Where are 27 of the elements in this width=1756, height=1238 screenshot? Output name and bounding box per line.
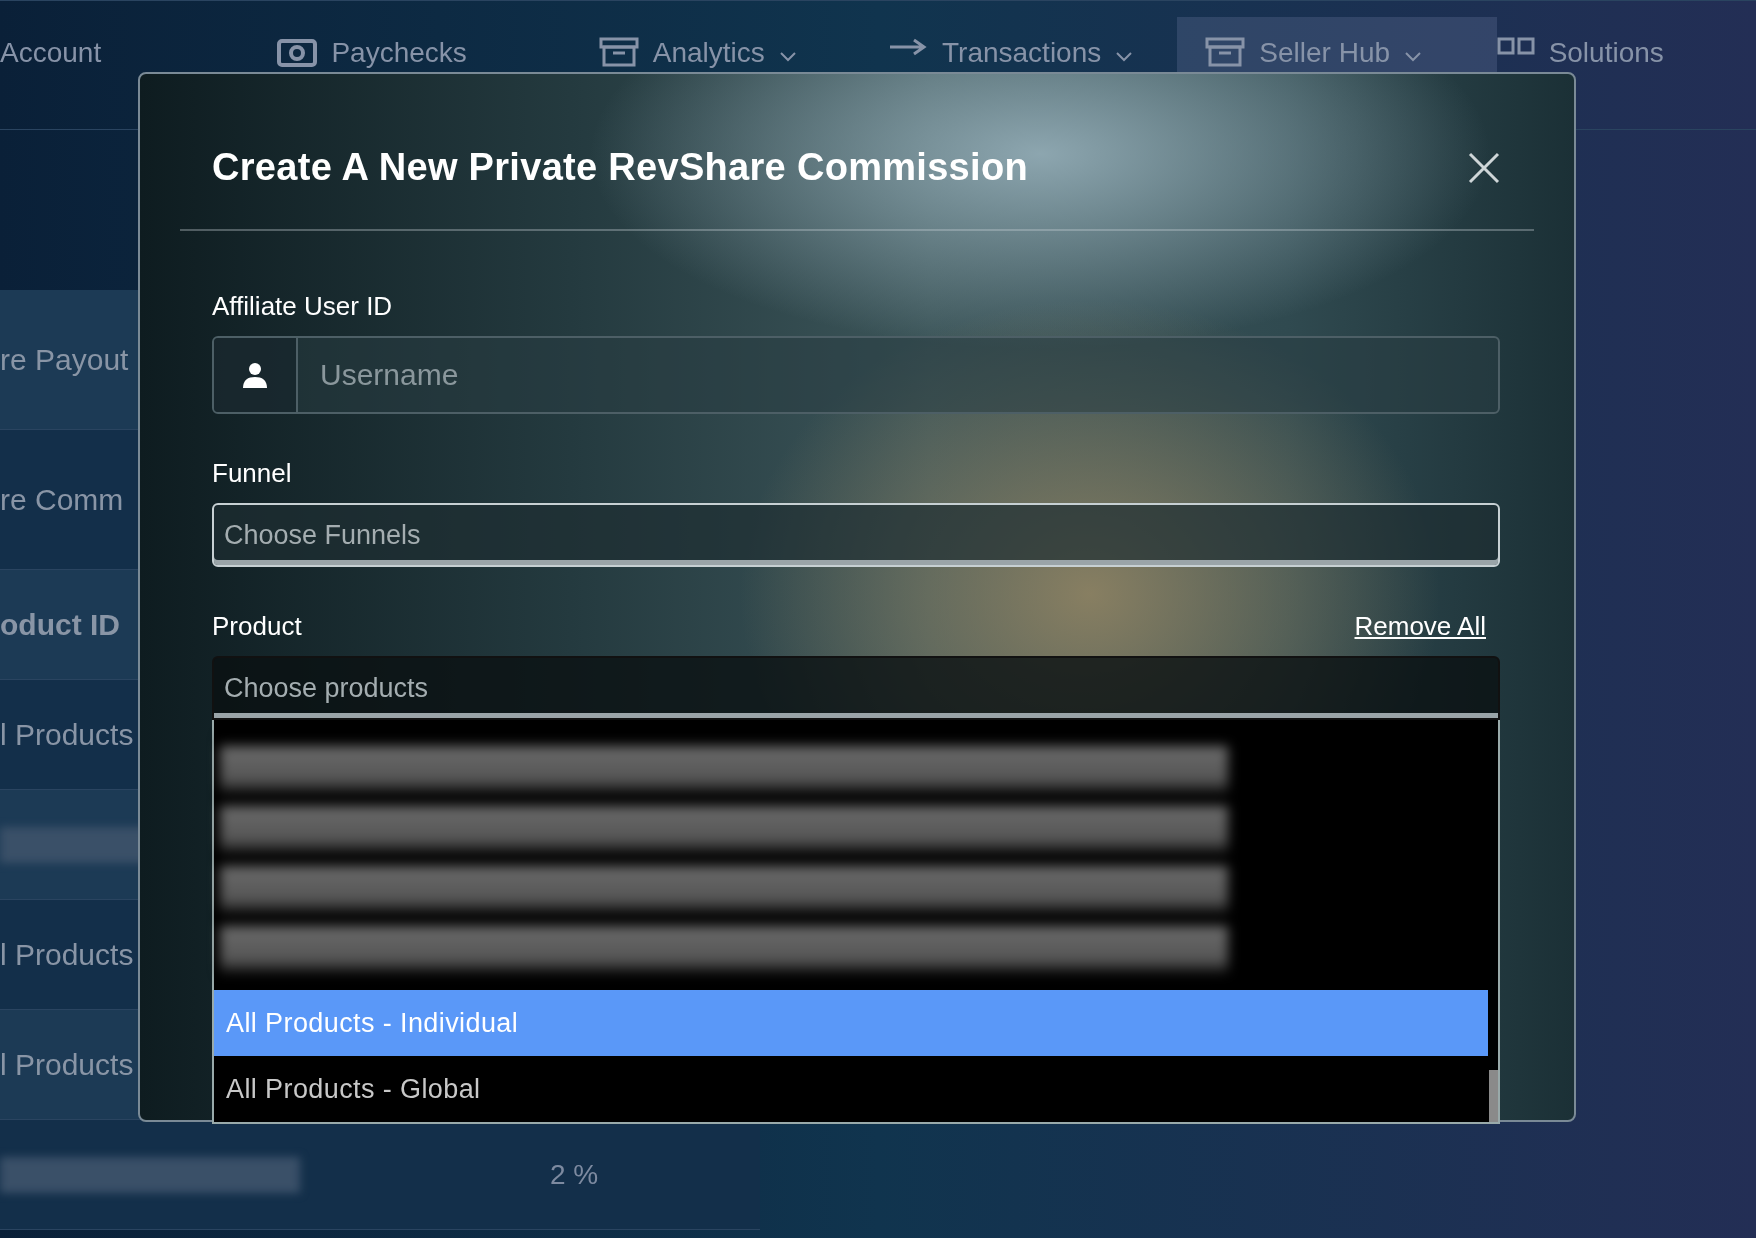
nav-tab[interactable]: Analytics [570,17,888,129]
nav-tab[interactable]: Transactions [888,17,1178,129]
remove-all-link[interactable]: Remove All [1354,611,1486,642]
column-header: oduct ID [0,607,120,642]
field-label: Funnel [212,458,292,489]
table-cell: re Comm [0,482,124,517]
table-cell: l Products [0,1047,134,1082]
grid-icon [1496,37,1535,57]
funnel-select[interactable]: Choose Funnels [212,503,1500,567]
table-cell: 2 % [550,1158,599,1191]
field-label: Product [212,611,302,642]
table-cell: re Payout [0,342,129,377]
close-icon [1468,151,1500,184]
nav-tab[interactable]: Solutions [1496,17,1756,129]
field-label: Affiliate User ID [212,291,393,322]
scrollbar[interactable] [1489,1070,1498,1122]
nav-tab[interactable]: Account [0,17,250,129]
user-icon [242,362,268,388]
archive-icon [598,37,639,67]
arrow-right-icon [888,37,928,57]
table-cell: l Products [0,937,134,972]
modal-title: Create A New Private RevShare Commission [212,146,1028,189]
dropdown-option[interactable]: All Products - Individual [214,990,1488,1056]
table-cell: l Products [0,717,134,752]
archive-icon [1205,37,1246,67]
nav-tab[interactable]: Paychecks [249,17,571,129]
camera-icon [277,37,318,67]
